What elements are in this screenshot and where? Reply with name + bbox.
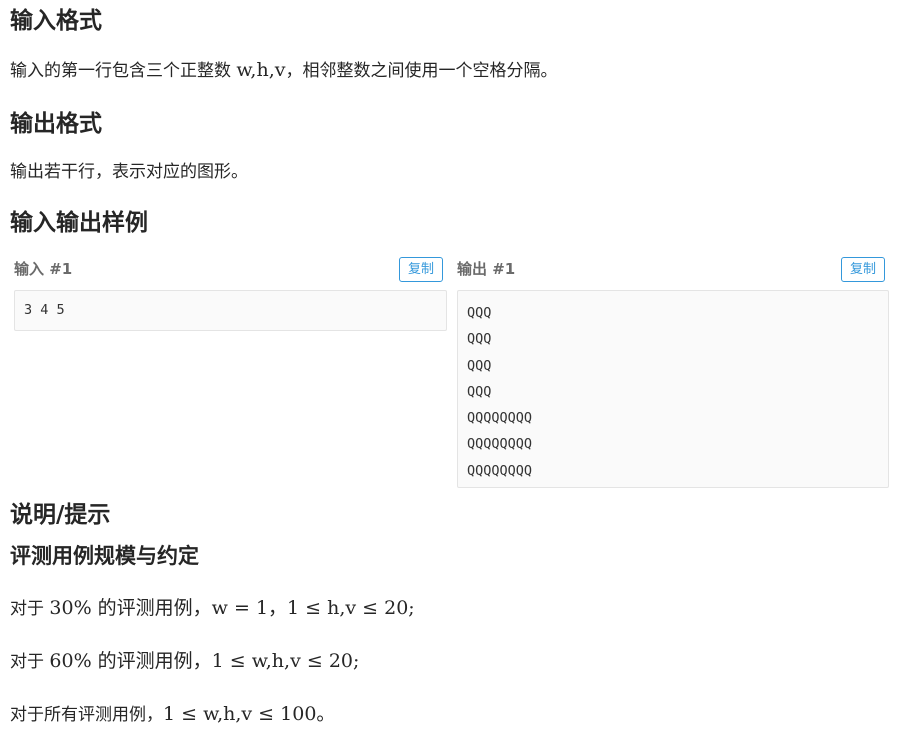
sample-output-line: QQQ bbox=[467, 331, 492, 348]
sample-output-line: QQQQQQQQ bbox=[467, 436, 533, 453]
output-format-heading: 输出格式 bbox=[10, 111, 102, 137]
input-format-math: w,h,v bbox=[236, 59, 286, 81]
sample-output-label: 输出 #1 bbox=[457, 260, 516, 278]
sample-output-line: QQQ bbox=[467, 305, 492, 321]
constraint-row-1: 对于 30% 的评测用例，w = 1，1 ≤ h,v ≤ 20; bbox=[10, 596, 415, 621]
hint-heading: 说明/提示 bbox=[10, 502, 111, 528]
constraint-row-2: 对于 60% 的评测用例，1 ≤ w,h,v ≤ 20; bbox=[10, 649, 359, 674]
sample-input-box[interactable]: 3 4 5 bbox=[14, 290, 447, 331]
constraint-prefix: 对于 bbox=[10, 652, 50, 672]
sample-output-box[interactable]: QQQ QQQ QQQ QQQ QQQQQQQQ QQQQQQQQ QQQQQQQQ bbox=[457, 290, 889, 488]
output-format-text: 输出若干行，表示对应的图形。 bbox=[10, 162, 248, 182]
sample-input-label: 输入 #1 bbox=[14, 260, 73, 278]
input-format-text-after: ，相邻整数之间使用一个空格分隔。 bbox=[285, 61, 558, 81]
sample-output-line: QQQ bbox=[467, 383, 492, 400]
constraint-math: 60% 的评测用例，1 ≤ w,h,v ≤ 20; bbox=[49, 650, 360, 672]
input-format-text-before: 输入的第一行包含三个正整数 bbox=[10, 61, 237, 81]
constraint-math: 1 ≤ w,h,v ≤ 100。 bbox=[163, 703, 336, 725]
samples-heading: 输入输出样例 bbox=[10, 210, 148, 236]
copy-input-button[interactable]: 复制 bbox=[399, 257, 443, 282]
constraint-math: 30% 的评测用例，w = 1，1 ≤ h,v ≤ 20; bbox=[49, 597, 415, 619]
sample-output-line: QQQQQQQQ bbox=[467, 410, 533, 427]
sample-output-line: QQQ bbox=[467, 357, 492, 374]
sample-input-line: 3 4 5 bbox=[24, 302, 65, 318]
constraint-prefix: 对于所有评测用例， bbox=[10, 705, 163, 725]
hint-subheading: 评测用例规模与约定 bbox=[10, 544, 199, 568]
copy-output-button[interactable]: 复制 bbox=[841, 257, 885, 282]
constraint-row-3: 对于所有评测用例，1 ≤ w,h,v ≤ 100。 bbox=[10, 702, 335, 727]
input-format-heading: 输入格式 bbox=[10, 8, 102, 34]
input-format-text: 输入的第一行包含三个正整数 w,h,v，相邻整数之间使用一个空格分隔。 bbox=[10, 58, 557, 83]
constraint-prefix: 对于 bbox=[10, 599, 50, 619]
sample-output-line: QQQQQQQQ bbox=[467, 462, 533, 479]
